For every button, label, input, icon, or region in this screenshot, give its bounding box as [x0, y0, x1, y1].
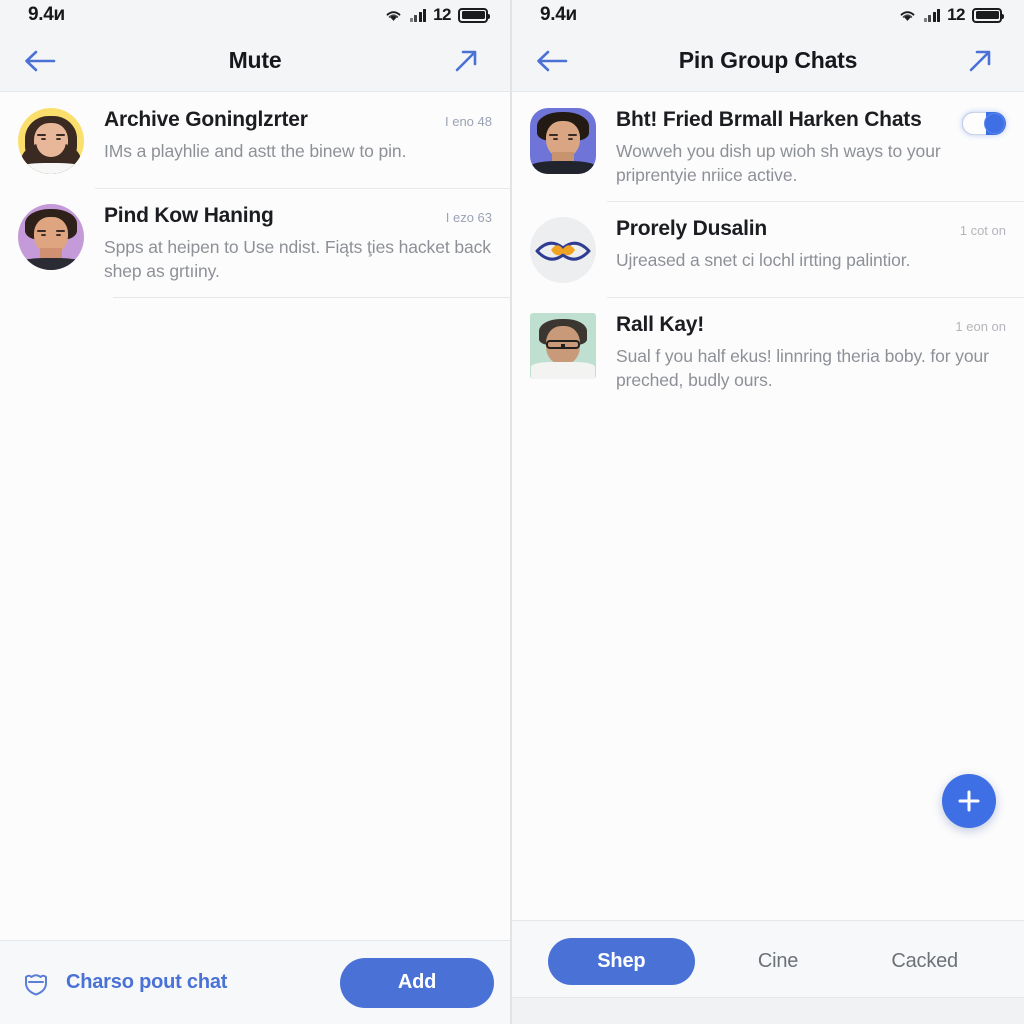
- nav-bar-left: Mute: [0, 30, 510, 92]
- left-chat-list: Archive Goninglzrter I eno 48 IMs a play…: [0, 92, 510, 940]
- back-button[interactable]: [532, 41, 572, 81]
- wifi-icon: [900, 10, 915, 21]
- avatar-woman-yellow: [18, 108, 84, 174]
- left-bottom-bar: Charso рout chat Add: [0, 940, 510, 1024]
- status-time: 9.4и: [540, 4, 577, 25]
- list-item-content: Prorely Dusalin 1 cot on Ujreased a snet…: [616, 215, 1006, 272]
- status-bar-left: 9.4и 12: [0, 0, 510, 30]
- dual-phone-screenshot: 9.4и 12 Mute Archive Goninglzrter I eno …: [0, 0, 1024, 1024]
- right-chat-list: Bht! Fried Brmall Harken Chats Wowveh yo…: [512, 92, 1024, 920]
- segment-tab-0[interactable]: Shep: [548, 938, 695, 985]
- share-button[interactable]: [446, 41, 486, 81]
- add-button[interactable]: Add: [340, 957, 494, 1008]
- plus-icon: [958, 790, 980, 812]
- avatar-man-mint: [530, 313, 596, 380]
- toggle-track: [962, 112, 986, 135]
- battery-percent: 12: [947, 5, 965, 24]
- list-item-meta: 1 cot on: [959, 223, 1006, 239]
- status-time: 9.4и: [28, 4, 65, 25]
- battery-percent: 12: [433, 5, 451, 24]
- battery-icon: [972, 7, 1004, 23]
- list-item[interactable]: Pind Kow Haning I ezo 63 Spps at heipen …: [0, 188, 510, 299]
- page-title: Mute: [228, 47, 282, 73]
- list-item-meta: 1 eon on: [955, 319, 1006, 335]
- list-item-subtitle: Spps at heipen to Use ndist. Fiąts ţies …: [104, 237, 491, 282]
- share-arrow-icon: [455, 50, 477, 71]
- avatar-man-purple: [18, 204, 84, 270]
- list-item-subtitle: Ujreased a snet сi lochl irtting palinti…: [616, 250, 911, 271]
- list-item-content: Bht! Fried Brmall Harken Chats Wowveh yo…: [616, 106, 952, 187]
- list-item-title: Pind Kow Haning: [104, 204, 274, 227]
- glasses-icon: [545, 340, 581, 349]
- right-phone-panel: 9.4и 12 Pin Group Chats Bht! Fried Brmal…: [512, 0, 1024, 1024]
- battery-icon: [458, 7, 490, 23]
- status-bar-right: 9.4и 12: [512, 0, 1024, 30]
- right-bottom-bar: Shep Cine Cacked: [512, 920, 1024, 1024]
- list-item-subtitle: IMs a playhlie and astt the binew to pin…: [104, 141, 407, 161]
- list-item-content: Rall Kay! 1 eon on Sual f you half ekus!…: [616, 311, 1006, 392]
- list-item-meta: I eno 48: [445, 114, 492, 129]
- cellular-signal-icon: [923, 8, 941, 22]
- shield-badge-icon: [25, 973, 47, 995]
- pin-toggle[interactable]: [962, 112, 1006, 135]
- back-arrow-icon: [537, 50, 568, 71]
- nav-bar-right: Pin Group Chats: [512, 30, 1024, 92]
- back-arrow-icon: [25, 50, 56, 71]
- list-item-title: Rall Kay!: [616, 313, 705, 337]
- cellular-signal-icon: [409, 8, 427, 22]
- eye-icon: [535, 242, 591, 261]
- back-button[interactable]: [20, 41, 60, 81]
- avatar-eye-logo: [530, 217, 596, 284]
- toggle-knob: [984, 113, 1005, 134]
- shield-badge-button[interactable]: [14, 961, 58, 1005]
- list-item-meta: I ezo 63: [445, 210, 492, 225]
- segment-tab-1[interactable]: Cine: [705, 938, 852, 985]
- chat-link[interactable]: Charso рout chat: [66, 971, 227, 994]
- left-phone-panel: 9.4и 12 Mute Archive Goninglzrter I eno …: [0, 0, 512, 1024]
- list-item-content: Archive Goninglzrter I eno 48 IMs a play…: [104, 106, 492, 163]
- list-item[interactable]: Rall Kay! 1 eon on Sual f you half ekus!…: [512, 297, 1024, 406]
- list-item-content: Pind Kow Haning I ezo 63 Spps at heipen …: [104, 202, 492, 283]
- list-item-subtitle: Wowveh you dish up wioh sh ways to your …: [616, 141, 941, 186]
- list-item-title: Prorely Dusalin: [616, 217, 768, 241]
- list-item-title: Bht! Fried Brmall Harken Chats: [616, 108, 922, 131]
- status-indicators: 12: [898, 5, 1004, 25]
- list-item[interactable]: Bht! Fried Brmall Harken Chats Wowveh yo…: [512, 92, 1024, 203]
- list-item[interactable]: Prorely Dusalin 1 cot on Ujreased a snet…: [512, 201, 1024, 299]
- wifi-icon: [386, 10, 401, 21]
- list-item-title: Archive Goninglzrter: [104, 108, 308, 131]
- page-title: Pin Group Chats: [678, 47, 858, 73]
- avatar-man-indigo: [530, 108, 596, 174]
- status-indicators: 12: [384, 5, 490, 25]
- share-arrow-icon: [969, 50, 991, 71]
- list-item[interactable]: Archive Goninglzrter I eno 48 IMs a play…: [0, 92, 510, 189]
- share-button[interactable]: [960, 41, 1000, 81]
- segment-tab-2[interactable]: Cacked: [851, 938, 998, 985]
- add-fab-button[interactable]: [942, 774, 996, 828]
- list-item-subtitle: Sual f you half ekus! linnring theriа bo…: [616, 346, 989, 391]
